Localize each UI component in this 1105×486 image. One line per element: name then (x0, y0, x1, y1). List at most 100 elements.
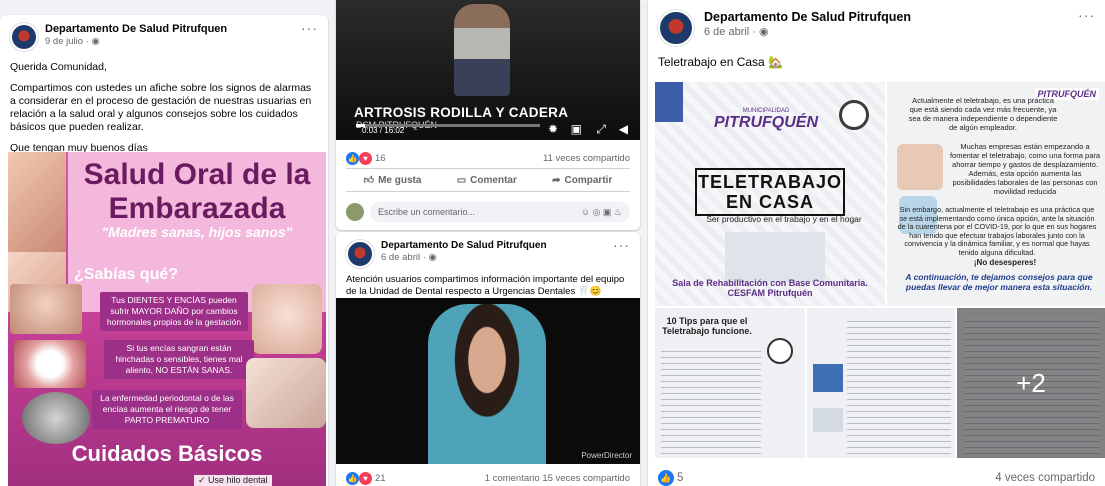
user-avatar[interactable] (346, 203, 364, 221)
like-reaction-icon: 👍 (658, 470, 674, 486)
tile-footer: Sala de Rehabilitación con Base Comunita… (672, 278, 868, 298)
watermark: PowerDirector (581, 451, 632, 460)
photo-tile-2[interactable]: PITRUFQUÉN Actualmente el teletrabajo, e… (887, 82, 1105, 306)
fullscreen-icon[interactable]: ⤢ (596, 122, 606, 137)
photo-tile-1[interactable]: MUNICIPALIDAD PITRUFQUÉN TELETRABAJO EN … (655, 82, 885, 306)
pitrufquen-logo: PITRUFQUÉN (714, 114, 818, 131)
page-avatar[interactable] (658, 10, 694, 46)
comment-tools-icons[interactable]: ☺ ◎ ▣ ♨ (581, 207, 622, 218)
post-text-body: Compartimos con ustedes un afiche sobre … (10, 82, 312, 133)
post-text-greeting: Querida Comunidad, (10, 61, 107, 73)
love-reaction-icon: ♥ (359, 472, 372, 485)
woman-toothache-photo (10, 284, 82, 334)
smiling-baby-photo (252, 284, 322, 354)
poster-title: Salud Oral de la Embarazada (83, 158, 311, 225)
tips-list-illustration (661, 346, 761, 454)
volume-icon[interactable]: ◀ (619, 122, 628, 136)
clock-illustration (767, 338, 793, 364)
tile-paragraph-5: A continuación, te dejamos consejos para… (905, 272, 1093, 292)
poster-box-2: Si tus encías sangran están hinchadas o … (104, 340, 254, 379)
video-title: ARTROSIS RODILLA Y CADERA (354, 105, 569, 120)
more-photos-overlay[interactable]: +2 (957, 308, 1105, 458)
photo-tile-4[interactable] (807, 308, 955, 458)
reactions-bar: 👍 5 4 veces compartido (648, 464, 1105, 486)
photo-tile-5[interactable]: +2 (957, 308, 1105, 458)
share-button[interactable]: ➦ Compartir (552, 174, 612, 186)
laptop-illustration (725, 232, 825, 282)
globe-icon: ◉ (759, 26, 769, 38)
page-avatar[interactable] (10, 23, 38, 51)
woman-face-photo (22, 392, 90, 444)
more-options-icon[interactable]: ··· (301, 21, 318, 35)
comment-composer: Escribe un comentario... ☺ ◎ ▣ ♨ (336, 196, 640, 228)
tile-paragraph-1: Actualmente el teletrabajo, es una práct… (908, 96, 1058, 132)
post-card-artrosis: ARTROSIS RODILLA Y CADERA DSM PITRUFQUÉN… (336, 0, 640, 230)
video-time: 0:03 / 16:02 (362, 126, 405, 135)
like-reaction-icon: 👍 (346, 152, 359, 165)
post-header: Departamento De Salud Pitrufquen 6 de ab… (648, 0, 1105, 50)
post-text: Atención usuarios compartimos informació… (346, 274, 625, 297)
post-date[interactable]: 6 de abril · ◉ (381, 252, 613, 263)
pregnant-woman-photo (8, 152, 66, 252)
page-name[interactable]: Departamento De Salud Pitrufquen (381, 240, 613, 251)
poster-footer-title: Cuidados Básicos (71, 441, 263, 466)
post-card-urgencias-dentales: Departamento De Salud Pitrufquen 6 de ab… (336, 232, 640, 486)
woman-sitting-video-frame (454, 4, 510, 96)
poster-sabias: ¿Sabías qué? (74, 266, 179, 283)
teeth-photo (14, 340, 86, 388)
photo-grid: MUNICIPALIDAD PITRUFQUÉN TELETRABAJO EN … (655, 82, 1105, 458)
share-icon: ➦ (552, 174, 561, 186)
tile-tagline: Ser productivo en el trabajo y en el hog… (706, 214, 862, 224)
post-date[interactable]: 9 de julio · ◉ (45, 36, 301, 47)
tile-paragraph-2: Muchas empresas están empezando a foment… (949, 142, 1101, 196)
post-header: Departamento De Salud Pitrufquen 6 de ab… (336, 232, 640, 272)
reaction-count: 5 (677, 472, 684, 484)
video-player[interactable]: PowerDirector (336, 298, 640, 464)
clock-illustration (839, 100, 869, 130)
mini-player-icon[interactable]: ▣ (571, 122, 582, 136)
tips-list-illustration (847, 316, 951, 454)
window-illustration (655, 82, 683, 122)
tile-title: 10 Tips para que el Teletrabajo funcione… (662, 316, 752, 336)
mother-baby-photo (246, 358, 326, 428)
thumbs-up-icon: 👍︎ (363, 175, 375, 186)
reactions-bar: 👍 ♥ 21 1 comentario 15 veces compartido (336, 466, 640, 486)
page-avatar[interactable] (346, 240, 374, 268)
woman-laptop-illustration (897, 144, 943, 190)
reaction-count: 16 (375, 153, 386, 164)
poster-image[interactable]: Salud Oral de la Embarazada "Madres sana… (8, 152, 326, 486)
share-count[interactable]: 4 veces compartido (995, 472, 1095, 484)
poster-subtitle: "Madres sanas, hijos sanos" (101, 224, 293, 240)
like-reaction-icon: 👍 (346, 472, 359, 485)
poster-tip: ✓ Use hilo dental (194, 475, 272, 486)
more-options-icon[interactable]: ··· (1078, 8, 1095, 22)
globe-icon: ◉ (428, 252, 437, 263)
tile-paragraph-3: Sin embargo, actualmente el teletrabajo … (897, 205, 1097, 257)
settings-icon[interactable]: ✹ (548, 122, 558, 136)
poster-box-1: Tus DIENTES Y ENCÍAS pueden sufrir MAYOR… (100, 292, 248, 331)
reaction-count: 21 (375, 473, 386, 484)
poster-box-3: La enfermedad periodontal o de las encía… (92, 390, 242, 429)
photo-tile-3[interactable]: 10 Tips para que el Teletrabajo funcione… (655, 308, 805, 458)
comment-icon: ▭ (456, 174, 467, 186)
calendar-illustration (813, 364, 843, 392)
post-date[interactable]: 6 de abril · ◉ (704, 25, 1078, 38)
post-header: Departamento De Salud Pitrufquen 9 de ju… (0, 15, 328, 55)
comment-button[interactable]: ▭ Comentar (457, 174, 517, 186)
share-count[interactable]: 1 comentario 15 veces compartido (485, 473, 630, 484)
woman-speaking-video-frame (428, 304, 546, 464)
post-text: Teletrabajo en Casa 🏡 (658, 55, 784, 69)
laptop-illustration (813, 408, 843, 432)
comment-input[interactable]: Escribe un comentario... ☺ ◎ ▣ ♨ (370, 202, 630, 222)
page-name[interactable]: Departamento De Salud Pitrufquen (45, 23, 301, 35)
share-count[interactable]: 11 veces compartido (543, 153, 630, 164)
tile-paragraph-4: ¡No desesperes! (973, 258, 1037, 267)
video-player[interactable]: ARTROSIS RODILLA Y CADERA DSM PITRUFQUÉN… (336, 0, 640, 140)
page-name[interactable]: Departamento De Salud Pitrufquen (704, 10, 1078, 24)
more-options-icon[interactable]: ··· (613, 238, 630, 252)
love-reaction-icon: ♥ (359, 152, 372, 165)
tile-title: TELETRABAJO EN CASA (695, 168, 845, 216)
like-button[interactable]: 👍︎ Me gusta (363, 174, 422, 187)
globe-icon: ◉ (91, 36, 100, 47)
post-actions: 👍︎ Me gusta ▭ Comentar ➦ Compartir (346, 168, 630, 192)
